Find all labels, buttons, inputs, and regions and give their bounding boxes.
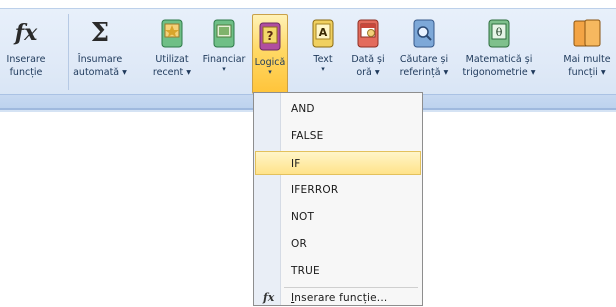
calendar-book-icon [350, 14, 386, 52]
autosum-label-1: Însumare [77, 54, 123, 65]
menu-item-true[interactable]: TRUE [255, 259, 421, 283]
financial-button[interactable]: Financiar ▾ [200, 12, 248, 94]
logical-label: Logică [254, 57, 286, 68]
menu-separator [284, 287, 418, 288]
text-label: Text [313, 54, 333, 65]
autosum-label-2: automată ▾ [73, 67, 127, 78]
menu-item-if[interactable]: IF [255, 151, 421, 175]
lookup-label-1: Căutare și [399, 54, 449, 65]
logical-book-icon: ? [252, 17, 288, 55]
menu-item-label: IFERROR [291, 184, 339, 196]
svg-text:θ: θ [496, 26, 503, 39]
date-time-label-1: Dată și [351, 54, 385, 65]
ribbon-divider [0, 8, 616, 9]
insert-function-button[interactable]: fx Inserare funcție [6, 12, 46, 94]
math-book-icon: θ [481, 14, 517, 52]
text-button[interactable]: A Text ▾ [306, 12, 340, 94]
logical-functions-menu: AND FALSE IF IFERROR NOT OR TRUE fx Inse… [253, 92, 423, 306]
date-time-button[interactable]: Dată și oră ▾ [348, 12, 388, 94]
menu-item-insert-function[interactable]: fx Inserare funcție... [255, 289, 421, 307]
logical-button[interactable]: ? Logică ▾ [252, 14, 288, 94]
text-dropdown-arrow: ▾ [321, 65, 325, 73]
menu-item-iferror[interactable]: IFERROR [255, 178, 421, 202]
financial-label: Financiar [202, 54, 246, 65]
lookup-book-icon [406, 14, 442, 52]
math-trig-label-1: Matematică și [465, 54, 533, 65]
more-functions-label-1: Mai multe [563, 54, 611, 65]
menu-item-not[interactable]: NOT [255, 205, 421, 229]
svg-text:?: ? [267, 29, 274, 43]
ribbon-top-strip [0, 0, 616, 8]
financial-dropdown-arrow: ▾ [222, 65, 226, 73]
date-time-label-2: oră ▾ [356, 67, 380, 78]
recently-used-button[interactable]: Utilizat recent ▾ [150, 12, 194, 94]
recent-book-icon [154, 14, 190, 52]
fx-icon: fx [263, 291, 275, 304]
more-books-icon [569, 14, 605, 52]
menu-item-label: TRUE [291, 265, 320, 277]
logical-dropdown-arrow: ▾ [268, 68, 272, 76]
fx-icon: fx [14, 20, 38, 46]
recently-used-label-1: Utilizat [155, 54, 189, 65]
math-trig-label-2: trigonometrie ▾ [462, 67, 536, 78]
text-book-icon: A [305, 14, 341, 52]
menu-item-or[interactable]: OR [255, 232, 421, 256]
more-functions-label-2: funcții ▾ [568, 67, 606, 78]
insert-function-label-2: funcție [9, 67, 43, 78]
sigma-icon: Σ [90, 18, 110, 48]
insert-function-label-1: Inserare [6, 54, 46, 65]
math-trig-button[interactable]: θ Matematică și trigonometrie ▾ [460, 12, 538, 94]
recently-used-label-2: recent ▾ [152, 67, 192, 78]
menu-item-label: OR [291, 238, 307, 250]
menu-item-label: FALSE [291, 130, 324, 142]
lookup-reference-button[interactable]: Căutare și referință ▾ [396, 12, 452, 94]
menu-item-label: NOT [291, 211, 315, 223]
menu-item-label: IF [291, 158, 301, 170]
insert-function-label: Inserare funcție... [291, 292, 388, 304]
lookup-label-2: referință ▾ [399, 67, 449, 78]
more-functions-button[interactable]: Mai multe funcții ▾ [560, 12, 614, 94]
autosum-button[interactable]: Σ Însumare automată ▾ [73, 12, 127, 94]
financial-book-icon [206, 14, 242, 52]
group-separator [68, 14, 69, 90]
menu-item-and[interactable]: AND [255, 97, 421, 121]
menu-item-false[interactable]: FALSE [255, 124, 421, 148]
menu-item-label: AND [291, 103, 315, 115]
svg-text:A: A [319, 26, 328, 39]
